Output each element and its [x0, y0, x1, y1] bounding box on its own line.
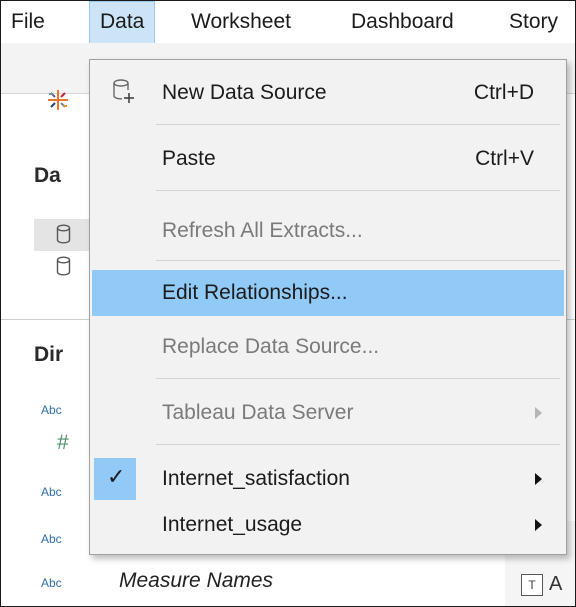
menu-item-label: Tableau Data Server: [162, 401, 354, 424]
menu-item-new-data-source[interactable]: New Data Source Ctrl+D: [92, 70, 564, 116]
menu-bar: File Data Worksheet Dashboard Story: [1, 1, 575, 43]
menu-item-edit-relationships[interactable]: Edit Relationships...: [92, 270, 564, 316]
measure-names-field[interactable]: Measure Names: [119, 569, 273, 593]
marks-label-fragment: A: [549, 573, 563, 595]
menu-item-shortcut: Ctrl+V: [475, 147, 534, 170]
menu-item-label: Internet_satisfaction: [162, 467, 350, 490]
menu-separator: [156, 444, 560, 445]
abc-type-icon: Abc: [41, 485, 62, 499]
abc-type-icon: Abc: [41, 532, 62, 546]
menu-item-label: Paste: [162, 147, 216, 170]
app-window: File Data Worksheet Dashboard Story Da D…: [0, 0, 576, 607]
menu-file[interactable]: File: [11, 1, 45, 43]
menu-separator: [156, 378, 560, 379]
number-type-icon: #: [57, 431, 69, 454]
submenu-arrow-icon: [535, 407, 542, 419]
data-menu-dropdown: New Data Source Ctrl+D Paste Ctrl+V Refr…: [89, 59, 567, 555]
menu-dashboard[interactable]: Dashboard: [351, 1, 454, 43]
menu-item-label: Internet_usage: [162, 513, 303, 536]
check-indicator: ✓: [94, 458, 136, 500]
submenu-arrow-icon: [535, 519, 542, 531]
database-icon: [56, 256, 71, 276]
menu-item-replace-data-source: Replace Data Source...: [92, 324, 564, 370]
menu-item-internet-usage[interactable]: Internet_usage: [92, 502, 564, 548]
abc-type-icon: Abc: [41, 403, 62, 417]
database-icon: [56, 224, 71, 244]
data-pane-heading: Da: [34, 164, 61, 187]
menu-item-paste[interactable]: Paste Ctrl+V: [92, 136, 564, 182]
dimensions-heading: Dir: [34, 343, 64, 366]
menu-data[interactable]: Data: [89, 1, 156, 43]
menu-item-label: Replace Data Source...: [162, 335, 380, 358]
tableau-logo-icon[interactable]: [45, 87, 71, 113]
abc-type-icon: Abc: [41, 576, 62, 590]
menu-item-internet-satisfaction[interactable]: ✓ Internet_satisfaction: [92, 456, 564, 502]
menu-separator: [156, 190, 560, 191]
menu-item-tableau-data-server: Tableau Data Server: [92, 390, 564, 436]
menu-item-label: New Data Source: [162, 81, 327, 104]
menu-item-label: Edit Relationships...: [162, 281, 348, 304]
new-data-source-icon: [113, 79, 134, 103]
menu-item-label: Refresh All Extracts...: [162, 219, 363, 242]
menu-item-shortcut: Ctrl+D: [473, 81, 534, 104]
menu-worksheet[interactable]: Worksheet: [191, 1, 291, 43]
menu-story[interactable]: Story: [509, 1, 558, 43]
checkmark-icon: ✓: [107, 464, 126, 489]
menu-separator: [156, 260, 560, 261]
submenu-arrow-icon: [535, 473, 542, 485]
menu-item-refresh-all-extracts: Refresh All Extracts...: [92, 208, 564, 254]
text-mark-icon[interactable]: T: [521, 574, 543, 596]
menu-separator: [156, 124, 560, 125]
